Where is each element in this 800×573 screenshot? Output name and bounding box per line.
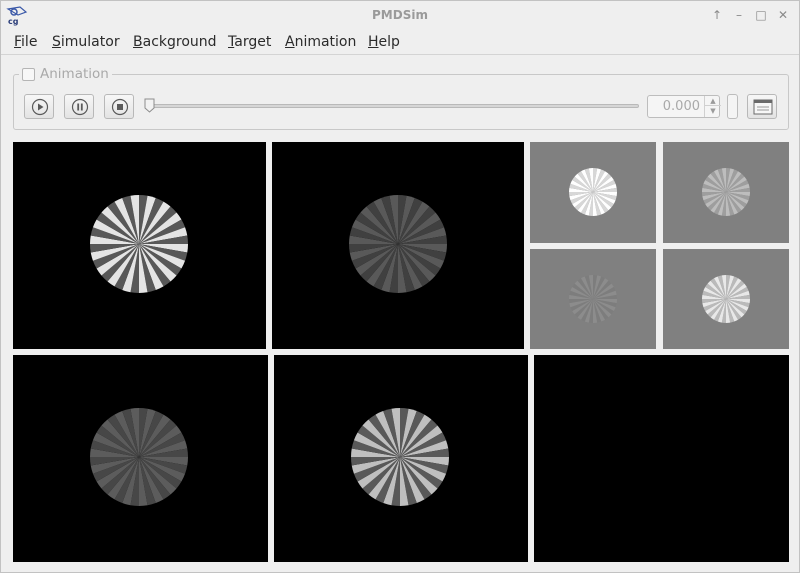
spin-down-icon[interactable]: ▼ <box>705 106 721 116</box>
spin-up-icon[interactable]: ▲ <box>705 96 721 106</box>
keep-above-button[interactable]: ↑ <box>709 7 725 23</box>
window-icon <box>753 99 773 115</box>
animation-slider-track[interactable] <box>149 104 639 108</box>
menu-target[interactable]: Target <box>228 34 271 50</box>
thumb-1[interactable] <box>530 142 656 243</box>
pause-icon <box>71 98 89 116</box>
display-3-stimulus <box>90 408 188 506</box>
thumb-2-stimulus <box>702 168 750 216</box>
close-button[interactable]: ✕ <box>775 7 791 23</box>
play-button[interactable] <box>24 94 54 119</box>
stop-button[interactable] <box>104 94 134 119</box>
display-4-stimulus <box>351 408 449 506</box>
thumb-3[interactable] <box>530 249 656 349</box>
display-2[interactable] <box>272 142 524 349</box>
display-1[interactable] <box>13 142 266 349</box>
animation-label: Animation <box>40 66 109 82</box>
menu-animation[interactable]: Animation <box>285 34 356 50</box>
display-3[interactable] <box>13 355 268 562</box>
animation-slider-handle[interactable] <box>144 98 155 113</box>
display-4[interactable] <box>274 355 528 562</box>
display-1-stimulus <box>90 195 188 293</box>
menu-file[interactable]: File <box>14 34 37 50</box>
thumb-4[interactable] <box>663 249 789 349</box>
animation-toggle[interactable]: Animation <box>19 66 112 82</box>
time-value[interactable]: 0.000 <box>652 99 700 114</box>
menu-simulator[interactable]: Simulator <box>52 34 120 50</box>
step-field[interactable] <box>727 94 738 119</box>
minimize-button[interactable]: – <box>731 7 747 23</box>
stop-icon <box>111 98 129 116</box>
thumb-4-stimulus <box>702 275 750 323</box>
menu-background[interactable]: Background <box>133 34 217 50</box>
window-button[interactable] <box>747 94 777 119</box>
display-5[interactable] <box>534 355 789 562</box>
title-bar[interactable]: cg PMDSim ↑ – □ ✕ <box>1 1 799 31</box>
menu-bar: File Simulator Background Target Animati… <box>1 31 799 55</box>
time-spinbox[interactable]: 0.000 ▲ ▼ <box>647 95 721 118</box>
spin-arrows: ▲ ▼ <box>704 96 721 117</box>
pause-button[interactable] <box>64 94 94 119</box>
menu-help[interactable]: Help <box>368 34 400 50</box>
play-icon <box>31 98 49 116</box>
animation-checkbox[interactable] <box>22 67 35 81</box>
display-2-stimulus <box>349 195 447 293</box>
window-title: PMDSim <box>372 8 428 22</box>
maximize-button[interactable]: □ <box>753 7 769 23</box>
thumb-1-stimulus <box>569 168 617 216</box>
app-window: cg PMDSim ↑ – □ ✕ File Simulator Backgro… <box>0 0 800 573</box>
thumb-2[interactable] <box>663 142 789 243</box>
thumb-3-stimulus <box>569 275 617 323</box>
